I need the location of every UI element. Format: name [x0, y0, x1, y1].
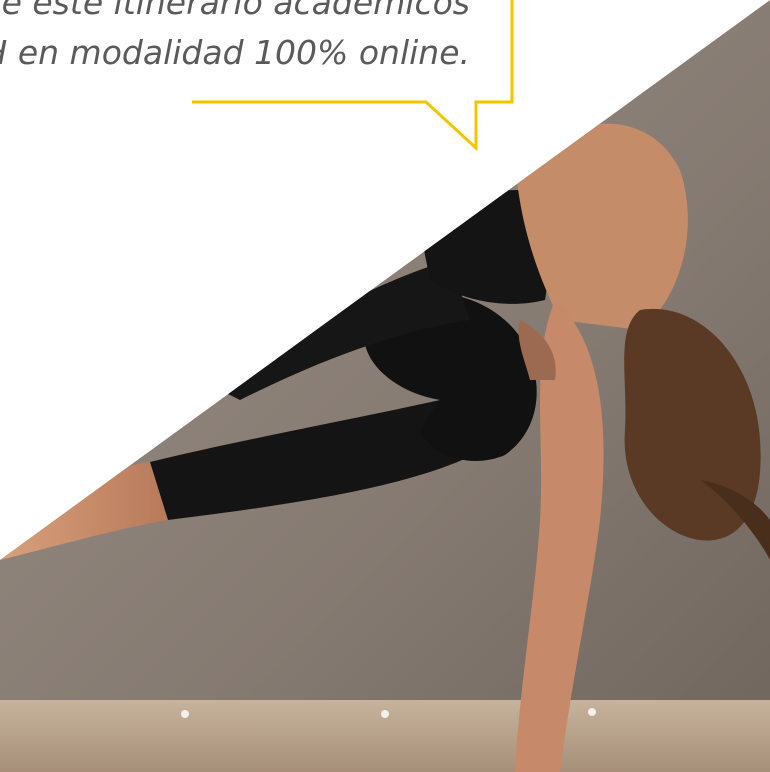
quote-line-2: H en modalidad 100% online. [0, 33, 470, 72]
quote-text: le este itinerario académicos H en modal… [0, 0, 470, 78]
yoga-photo [0, 0, 770, 772]
quote-line-1: le este itinerario académicos [0, 0, 470, 22]
hero-banner: le este itinerario académicos H en modal… [0, 0, 770, 772]
